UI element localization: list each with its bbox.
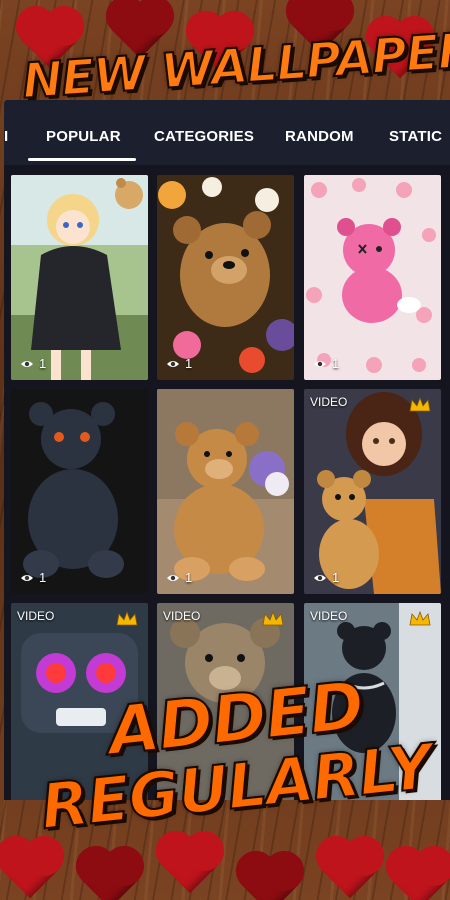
crown-icon [116, 611, 138, 626]
crown-icon [409, 611, 431, 626]
heart-decoration [391, 851, 449, 900]
view-count: 1 [166, 356, 192, 371]
tab-popular[interactable]: POPULAR [46, 128, 121, 145]
video-label: VIDEO [310, 609, 348, 623]
active-tab-indicator [28, 158, 136, 161]
wallpaper-thumbnail [304, 389, 441, 594]
video-label: VIDEO [17, 609, 55, 623]
view-count-value: 1 [39, 356, 47, 371]
view-count-value: 1 [332, 570, 340, 585]
view-count: 1 [20, 570, 46, 585]
eye-icon [314, 360, 326, 367]
wallpaper-tile[interactable]: 1 [304, 175, 441, 380]
view-count-value: 1 [185, 570, 193, 585]
eye-icon [167, 574, 179, 581]
eye-icon [167, 360, 179, 367]
wallpaper-thumbnail [11, 389, 148, 594]
wallpaper-tile[interactable]: 1 [11, 175, 148, 380]
wallpaper-thumbnail [157, 389, 294, 594]
heart-decoration [1, 841, 59, 899]
tab-static[interactable]: STATIC [389, 128, 442, 145]
wallpaper-thumbnail [11, 175, 148, 380]
video-label: VIDEO [310, 395, 348, 409]
eye-icon [21, 574, 33, 581]
heart-decoration [161, 836, 219, 894]
view-count-value: 1 [185, 356, 193, 371]
wallpaper-thumbnail [304, 175, 441, 380]
wallpaper-tile[interactable]: 1 [11, 389, 148, 594]
heart-decoration [81, 851, 139, 900]
wallpaper-tile[interactable]: VIDEO 1 [304, 389, 441, 594]
wallpaper-thumbnail [157, 175, 294, 380]
view-count-value: 1 [332, 356, 340, 371]
view-count-value: 1 [39, 570, 47, 585]
wallpaper-tile[interactable]: 1 [157, 389, 294, 594]
tab-bar: I POPULAR CATEGORIES RANDOM STATIC [4, 100, 450, 165]
video-label: VIDEO [163, 609, 201, 623]
view-count: 1 [313, 356, 339, 371]
crown-icon [409, 397, 431, 412]
heart-decoration [241, 856, 299, 900]
eye-icon [21, 360, 33, 367]
tab-random[interactable]: RANDOM [285, 128, 354, 145]
view-count: 1 [166, 570, 192, 585]
crown-icon [262, 611, 284, 626]
tab-categories[interactable]: CATEGORIES [154, 128, 254, 145]
view-count: 1 [20, 356, 46, 371]
view-count: 1 [313, 570, 339, 585]
eye-icon [314, 574, 326, 581]
tab-partial[interactable]: I [4, 128, 8, 145]
wallpaper-tile[interactable]: 1 [157, 175, 294, 380]
heart-decoration [321, 841, 379, 899]
